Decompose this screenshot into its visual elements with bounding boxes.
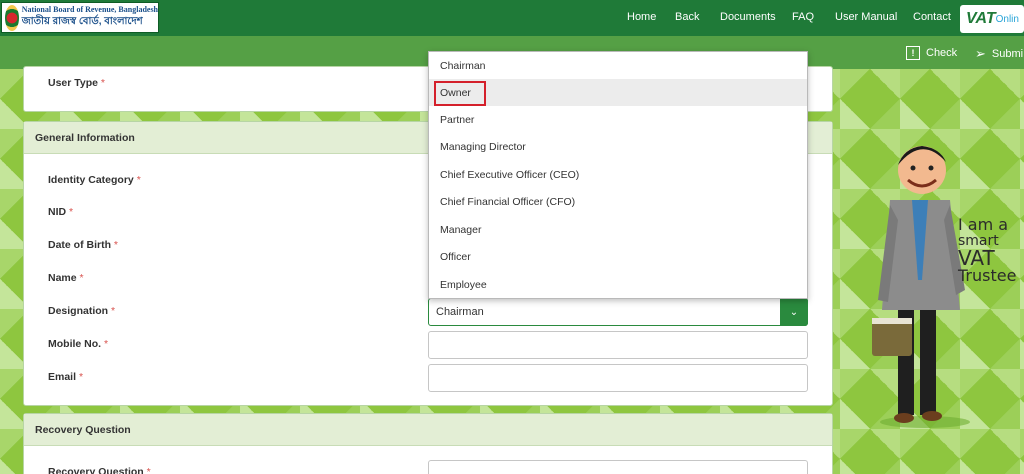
email-field[interactable] bbox=[428, 364, 808, 392]
name-label: Name * bbox=[48, 272, 84, 284]
dob-label: Date of Birth * bbox=[48, 239, 119, 251]
option-officer[interactable]: Officer bbox=[429, 243, 807, 270]
org-name-bn: জাতীয় রাজস্ব বোর্ড, বাংলাদেশ bbox=[21, 15, 143, 27]
top-navbar: National Board of Revenue, Bangladesh জা… bbox=[0, 0, 1024, 36]
vat-logo-main: VAT bbox=[966, 10, 996, 27]
mascot-slogan: I am a smart VAT Trustee bbox=[958, 216, 1016, 284]
nav-contact[interactable]: Contact bbox=[913, 11, 951, 23]
recovery-question-select[interactable] bbox=[428, 460, 808, 474]
nbr-logo[interactable]: National Board of Revenue, Bangladesh জা… bbox=[1, 2, 159, 33]
chevron-down-icon[interactable]: ⌄ bbox=[780, 298, 808, 326]
recovery-question-label: Recovery Question * bbox=[48, 466, 151, 474]
vat-logo-sub: Onlin bbox=[995, 13, 1019, 25]
designation-label: Designation * bbox=[48, 305, 116, 317]
nav-home[interactable]: Home bbox=[627, 11, 656, 23]
check-label: Check bbox=[926, 47, 958, 59]
option-manager[interactable]: Manager bbox=[429, 216, 807, 243]
send-icon: ➢ bbox=[975, 46, 986, 61]
user-type-label: User Type * bbox=[48, 77, 106, 89]
mobile-label: Mobile No. * bbox=[48, 338, 109, 350]
submit-button[interactable]: ➢ Submi bbox=[975, 46, 1023, 62]
identity-category-label: Identity Category * bbox=[48, 174, 141, 186]
slogan-line-4: Trustee bbox=[958, 266, 1017, 285]
org-name-en: National Board of Revenue, Bangladesh bbox=[21, 4, 158, 14]
nbr-seal-icon bbox=[5, 4, 19, 31]
option-cfo[interactable]: Chief Financial Officer (CFO) bbox=[429, 188, 807, 215]
designation-select[interactable]: Chairman ⌄ bbox=[428, 298, 808, 326]
nav-documents[interactable]: Documents bbox=[720, 11, 776, 23]
mobile-field[interactable] bbox=[428, 331, 808, 359]
recovery-question-title: Recovery Question bbox=[24, 414, 832, 446]
check-button[interactable]: ! Check bbox=[906, 46, 957, 60]
option-ceo[interactable]: Chief Executive Officer (CEO) bbox=[429, 161, 807, 188]
nav-user-manual[interactable]: User Manual bbox=[835, 11, 897, 23]
exclamation-icon: ! bbox=[906, 46, 920, 60]
nav-back[interactable]: Back bbox=[675, 11, 699, 23]
nav-faq[interactable]: FAQ bbox=[792, 11, 814, 23]
slogan-line-3: VAT bbox=[958, 246, 995, 270]
option-employee[interactable]: Employee bbox=[429, 271, 807, 298]
email-label: Email * bbox=[48, 371, 84, 383]
slogan-line-1: I am a bbox=[958, 215, 1009, 234]
vat-online-logo[interactable]: VAT Onlin bbox=[960, 5, 1024, 33]
option-managing-director[interactable]: Managing Director bbox=[429, 133, 807, 160]
nid-label: NID * bbox=[48, 206, 74, 218]
highlight-box bbox=[434, 81, 486, 106]
option-chairman[interactable]: Chairman bbox=[429, 52, 807, 79]
submit-label: Submi bbox=[991, 48, 1024, 60]
option-partner[interactable]: Partner bbox=[429, 106, 807, 133]
designation-value: Chairman bbox=[436, 306, 484, 318]
